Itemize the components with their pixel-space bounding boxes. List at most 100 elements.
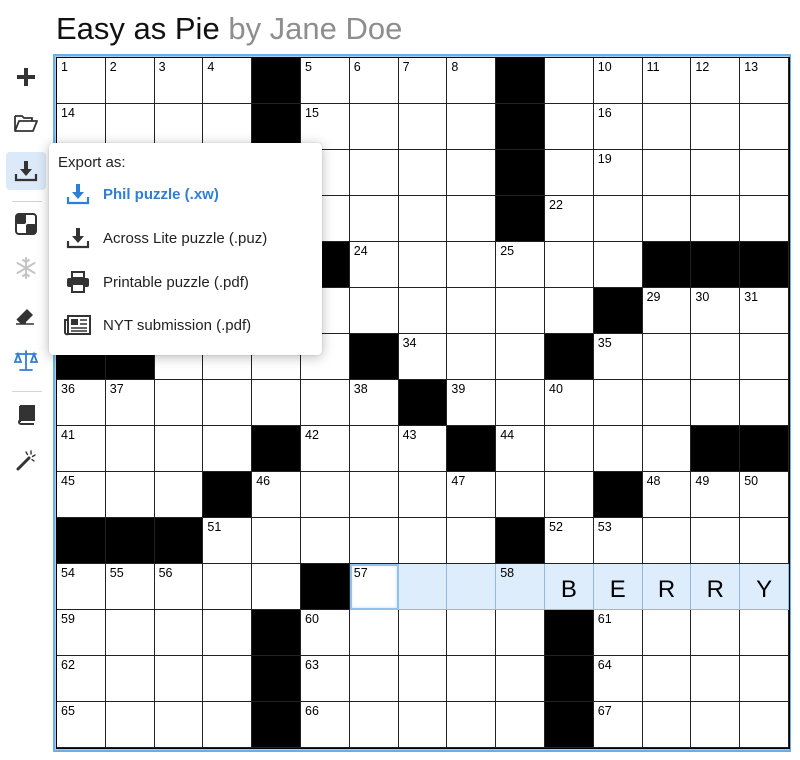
clear-button[interactable] [6,296,46,334]
black-cell[interactable] [496,518,545,564]
black-cell[interactable] [252,426,301,472]
grid-cell[interactable] [447,196,497,242]
grid-cell[interactable]: R [642,564,692,610]
grid-cell[interactable]: 37 [105,380,155,426]
grid-cell[interactable]: 67 [593,702,643,748]
grid-cell[interactable]: 22 [545,196,594,242]
grid-cell[interactable] [154,702,204,748]
grid-cell[interactable]: 43 [398,426,448,472]
grid-cell[interactable]: 16 [593,104,643,150]
grid-cell[interactable] [105,656,155,702]
grid-cell[interactable] [545,288,594,334]
black-cell[interactable] [301,564,350,610]
black-cell[interactable] [691,242,741,288]
grid-cell[interactable] [642,104,692,150]
grid-cell[interactable] [496,702,545,748]
grid-cell[interactable] [642,380,692,426]
grid-cell[interactable] [447,518,497,564]
export-button[interactable] [6,152,46,190]
grid-cell[interactable] [496,610,545,656]
black-cell[interactable] [740,242,789,288]
grid-cell[interactable] [203,610,253,656]
grid-cell[interactable] [203,380,253,426]
autofill-button[interactable] [6,442,46,480]
grid-cell[interactable]: 19 [593,150,643,196]
grid-cell[interactable] [398,150,448,196]
black-cell[interactable] [252,58,301,104]
black-cell[interactable] [252,656,301,702]
grid-cell[interactable] [740,150,789,196]
balance-button[interactable] [6,342,46,380]
grid-cell[interactable] [447,104,497,150]
grid-cell[interactable]: 4 [203,58,253,104]
grid-cell[interactable]: 24 [349,242,399,288]
grid-cell[interactable] [252,518,301,564]
grid-cell[interactable]: 53 [593,518,643,564]
grid-cell[interactable]: B [545,564,594,610]
grid-cell[interactable] [496,656,545,702]
grid-cell[interactable]: 51 [203,518,253,564]
grid-cell[interactable] [349,104,399,150]
grid-cell[interactable] [349,610,399,656]
grid-cell[interactable] [496,380,545,426]
grid-cell[interactable] [593,196,643,242]
export-nyt-submission-item[interactable]: NYT submission (.pdf) [49,305,322,345]
grid-cell[interactable] [105,610,155,656]
grid-cell[interactable]: 10 [593,58,643,104]
black-cell[interactable] [447,426,497,472]
grid-cell[interactable] [349,656,399,702]
open-puzzle-button[interactable] [6,104,46,142]
grid-cell[interactable]: 61 [593,610,643,656]
grid-cell[interactable] [496,288,545,334]
grid-cell[interactable] [545,242,594,288]
grid-cell[interactable] [154,426,204,472]
grid-cell[interactable] [642,610,692,656]
grid-cell[interactable] [398,104,448,150]
grid-cell[interactable] [398,288,448,334]
grid-cell[interactable] [398,564,448,610]
black-cell[interactable] [252,610,301,656]
grid-cell[interactable]: 65 [57,702,106,748]
grid-cell[interactable]: 40 [545,380,594,426]
black-cell[interactable] [545,334,594,380]
grid-cell[interactable] [447,288,497,334]
grid-cell[interactable] [740,380,789,426]
grid-cell[interactable]: 64 [593,656,643,702]
grid-cell[interactable] [691,702,741,748]
black-cell[interactable] [545,702,594,748]
grid-cell[interactable] [349,196,399,242]
grid-cell[interactable] [154,610,204,656]
grid-cell[interactable]: 62 [57,656,106,702]
grid-cell[interactable] [203,426,253,472]
grid-cell[interactable] [642,196,692,242]
grid-cell[interactable]: 58 [496,564,545,610]
grid-cell[interactable]: 1 [57,58,106,104]
grid-cell[interactable]: 50 [740,472,789,518]
grid-cell[interactable] [740,702,789,748]
grid-cell[interactable] [398,196,448,242]
black-cell[interactable] [593,472,643,518]
black-cell[interactable] [496,58,545,104]
freeze-button[interactable] [6,249,46,287]
grid-cell[interactable] [349,518,399,564]
grid-cell[interactable]: 63 [301,656,350,702]
grid-cell[interactable] [301,380,350,426]
grid-cell[interactable] [349,472,399,518]
grid-cell[interactable] [301,472,350,518]
export-phil-puzzle-item[interactable]: Phil puzzle (.xw) [49,174,322,214]
grid-cell[interactable] [642,702,692,748]
grid-cell[interactable]: 66 [301,702,350,748]
grid-cell[interactable]: 52 [545,518,594,564]
grid-cell[interactable] [252,380,301,426]
grid-cell[interactable]: E [593,564,643,610]
grid-cell[interactable] [740,656,789,702]
grid-cell[interactable] [349,426,399,472]
grid-cell[interactable] [545,58,594,104]
grid-cell[interactable] [691,196,741,242]
grid-cell[interactable]: 25 [496,242,545,288]
grid-cell[interactable] [691,518,741,564]
grid-cell[interactable] [642,518,692,564]
grid-cell[interactable] [740,518,789,564]
grid-cell[interactable] [545,150,594,196]
grid-cell[interactable] [447,656,497,702]
